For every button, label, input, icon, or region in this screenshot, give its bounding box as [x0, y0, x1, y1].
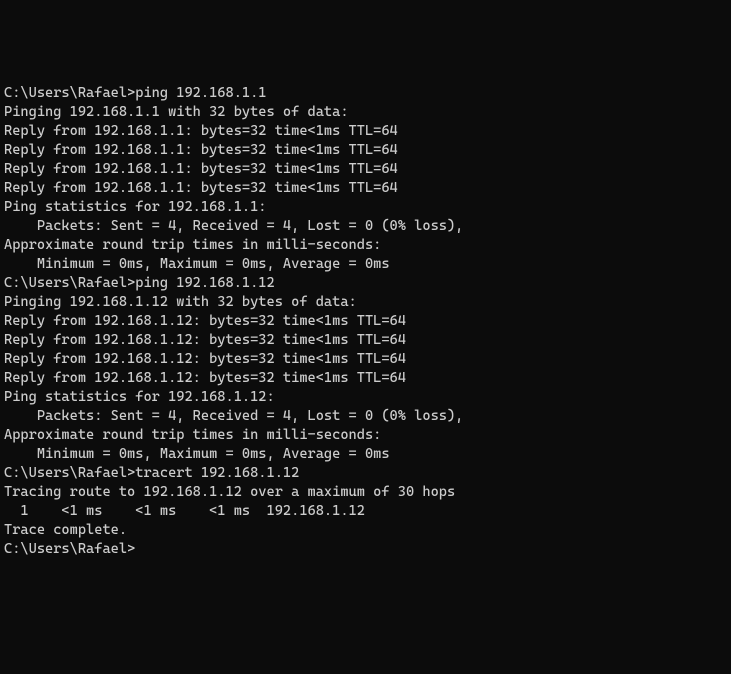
output-line: Reply from 192.168.1.12: bytes=32 time<1… — [4, 350, 727, 369]
command-line: C:\Users\Rafael>ping 192.168.1.1 — [4, 84, 727, 103]
output-line: Pinging 192.168.1.1 with 32 bytes of dat… — [4, 103, 727, 122]
output-line: Approximate round trip times in milli-se… — [4, 236, 727, 255]
output-line: Pinging 192.168.1.12 with 32 bytes of da… — [4, 293, 727, 312]
command-line: C:\Users\Rafael>tracert 192.168.1.12 — [4, 464, 727, 483]
output-line: Reply from 192.168.1.1: bytes=32 time<1m… — [4, 179, 727, 198]
output-line: Reply from 192.168.1.1: bytes=32 time<1m… — [4, 141, 727, 160]
output-line: Reply from 192.168.1.12: bytes=32 time<1… — [4, 331, 727, 350]
output-line: Tracing route to 192.168.1.12 over a max… — [4, 483, 727, 502]
output-line: Approximate round trip times in milli-se… — [4, 426, 727, 445]
output-line: Trace complete. — [4, 521, 727, 540]
output-line: Packets: Sent = 4, Received = 4, Lost = … — [4, 407, 727, 426]
prompt: C:\Users\Rafael> — [4, 541, 135, 557]
command-text: tracert 192.168.1.12 — [135, 465, 299, 481]
output-line: Reply from 192.168.1.1: bytes=32 time<1m… — [4, 122, 727, 141]
output-line: Reply from 192.168.1.1: bytes=32 time<1m… — [4, 160, 727, 179]
output-line: Ping statistics for 192.168.1.1: — [4, 198, 727, 217]
output-line: Reply from 192.168.1.12: bytes=32 time<1… — [4, 312, 727, 331]
prompt: C:\Users\Rafael> — [4, 85, 135, 101]
command-text: ping 192.168.1.1 — [135, 85, 266, 101]
command-text: ping 192.168.1.12 — [135, 275, 274, 291]
output-line: Minimum = 0ms, Maximum = 0ms, Average = … — [4, 255, 727, 274]
output-line: Minimum = 0ms, Maximum = 0ms, Average = … — [4, 445, 727, 464]
output-line: 1 <1 ms <1 ms <1 ms 192.168.1.12 — [4, 502, 727, 521]
output-line: Ping statistics for 192.168.1.12: — [4, 388, 727, 407]
output-line: Reply from 192.168.1.12: bytes=32 time<1… — [4, 369, 727, 388]
command-line: C:\Users\Rafael>ping 192.168.1.12 — [4, 274, 727, 293]
prompt: C:\Users\Rafael> — [4, 275, 135, 291]
output-line: Packets: Sent = 4, Received = 4, Lost = … — [4, 217, 727, 236]
prompt: C:\Users\Rafael> — [4, 465, 135, 481]
active-prompt-line[interactable]: C:\Users\Rafael> — [4, 540, 727, 559]
terminal-output[interactable]: C:\Users\Rafael>ping 192.168.1.1Pinging … — [4, 84, 727, 559]
